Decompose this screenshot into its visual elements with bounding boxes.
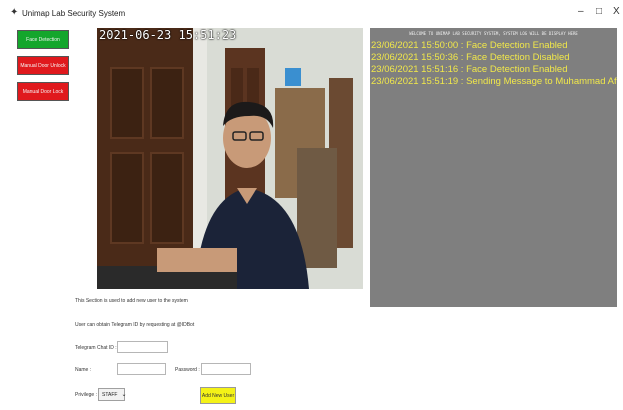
privilege-label: Privilege :: [75, 392, 97, 398]
door-lock-label: Manual Door Lock: [22, 88, 64, 95]
password-input[interactable]: [201, 363, 251, 375]
password-label: Password :: [175, 367, 200, 373]
add-user-info: This Section is used to add new user to …: [75, 298, 188, 304]
face-detection-button[interactable]: Face Detection: [17, 30, 69, 49]
log-entry: 23/06/2021 15:50:36 : Face Detection Dis…: [371, 52, 570, 63]
maximize-button[interactable]: □: [596, 6, 602, 17]
name-label: Name :: [75, 367, 92, 373]
add-new-user-label: Add New User: [201, 392, 235, 399]
door-lock-button[interactable]: Manual Door Lock: [17, 82, 69, 101]
telegram-info: User can obtain Telegram ID by requestin…: [75, 322, 195, 328]
add-new-user-button[interactable]: Add New User: [200, 387, 236, 404]
close-button[interactable]: X: [613, 6, 620, 17]
camera-frame-image: [97, 28, 363, 289]
title-bar: ✦ Unimap Lab Security System – □ X: [0, 0, 623, 26]
telegram-id-label: Telegram Chat ID :: [75, 345, 117, 351]
log-header: WELCOME TO UNIMAP LAB SECURITY SYSTEM, S…: [409, 31, 578, 36]
privilege-select[interactable]: STAFF ⌄: [98, 388, 127, 401]
feather-icon: ✦: [10, 7, 19, 18]
privilege-value: STAFF: [102, 391, 118, 398]
log-entry: 23/06/2021 15:50:00 : Face Detection Ena…: [371, 40, 568, 51]
system-log-panel: WELCOME TO UNIMAP LAB SECURITY SYSTEM, S…: [370, 28, 617, 307]
log-entry: 23/06/2021 15:51:19 : Sending Message to…: [371, 76, 617, 87]
minimize-button[interactable]: –: [578, 6, 584, 17]
door-unlock-button[interactable]: Manual Door Unlock: [17, 56, 69, 75]
camera-timestamp: 2021-06-23 15:51:23: [99, 28, 237, 42]
face-detection-label: Face Detection: [26, 36, 60, 43]
log-entry: 23/06/2021 15:51:16 : Face Detection Ena…: [371, 64, 568, 75]
window-title: Unimap Lab Security System: [22, 8, 126, 18]
door-unlock-label: Manual Door Unlock: [20, 62, 66, 69]
name-input[interactable]: [117, 363, 166, 375]
chevron-down-icon: ⌄: [121, 392, 127, 398]
camera-feed: 2021-06-23 15:51:23: [97, 28, 363, 289]
telegram-id-input[interactable]: [117, 341, 168, 353]
